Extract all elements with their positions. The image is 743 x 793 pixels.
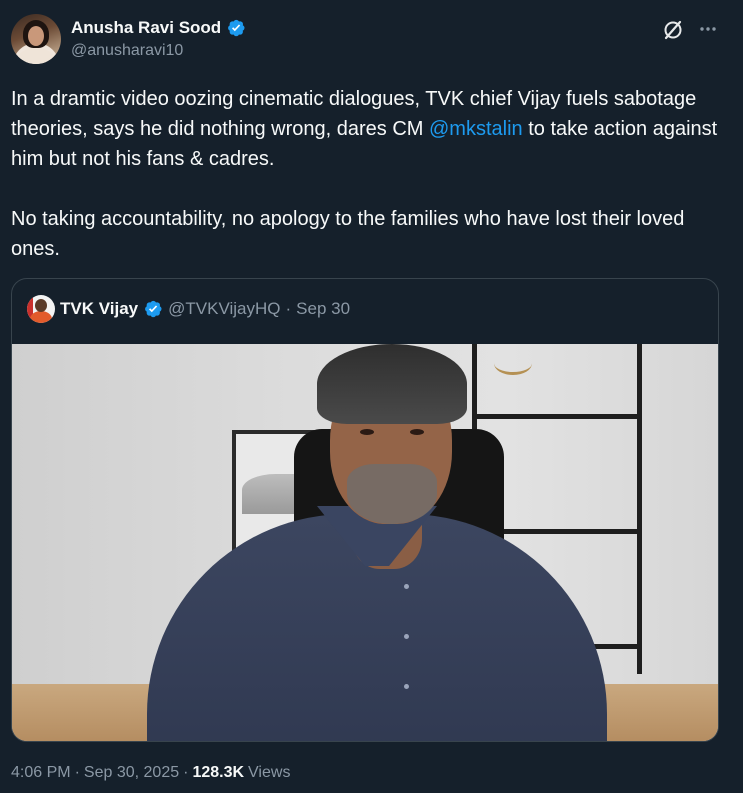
tweet-paragraph-2: No taking accountability, no apology to … (11, 208, 685, 260)
views-label: Views (248, 764, 291, 781)
quoted-tweet-video[interactable] (12, 344, 718, 741)
mention-link[interactable]: @mkstalin (429, 118, 523, 140)
tweet-date[interactable]: Sep 30, 2025 (84, 764, 179, 782)
separator-dot: · (285, 299, 292, 318)
shelf-ornament (494, 352, 532, 375)
person-eye (360, 429, 374, 435)
quoted-author-handle[interactable]: @TVKVijayHQ (168, 299, 280, 319)
author-avatar[interactable] (11, 14, 61, 64)
quoted-tweet-card[interactable]: TVK Vijay @TVKVijayHQ · Sep 30 (11, 278, 719, 742)
author-display-name[interactable]: Anusha Ravi Sood (71, 18, 221, 38)
separator-dot: · (183, 764, 189, 781)
tweet: Anusha Ravi Sood @anusharavi10 In a dram… (0, 0, 743, 793)
quoted-tweet-date[interactable]: Sep 30 (296, 299, 350, 319)
grok-icon[interactable] (661, 18, 685, 42)
tweet-time[interactable]: 4:06 PM (11, 764, 71, 782)
person-beard (347, 464, 437, 524)
verified-badge-icon (228, 19, 245, 37)
tweet-paragraph-1: In a dramtic video oozing cinematic dial… (11, 84, 726, 174)
person-eye (410, 429, 424, 435)
separator-dot: · (74, 764, 80, 781)
quoted-author-display-name[interactable]: TVK Vijay (60, 299, 138, 319)
tweet-meta: 4:06 PM · Sep 30, 2025 · 128.3K Views (11, 764, 290, 782)
more-icon[interactable] (697, 18, 719, 40)
shirt-button (404, 684, 409, 689)
views-count: 128.3K (192, 764, 245, 781)
author-handle[interactable]: @anusharavi10 (71, 42, 183, 60)
author-name-row: Anusha Ravi Sood (71, 17, 246, 39)
shirt-button (404, 634, 409, 639)
tweet-text: In a dramtic video oozing cinematic dial… (11, 84, 726, 264)
quoted-verified-badge-icon (145, 300, 162, 318)
quoted-tweet-header: TVK Vijay @TVKVijayHQ · Sep 30 (27, 295, 350, 323)
person-hair (317, 344, 467, 424)
shirt-button (404, 584, 409, 589)
quoted-author-avatar[interactable] (27, 295, 55, 323)
more-dots-icon (700, 27, 716, 31)
